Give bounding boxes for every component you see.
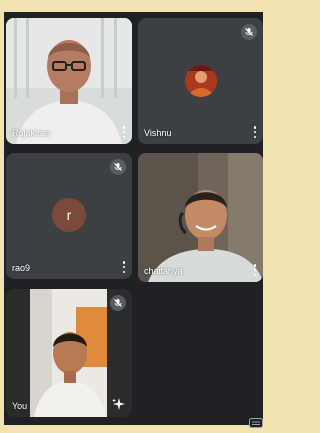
mic-off-icon <box>110 295 126 311</box>
participant-video <box>138 153 263 282</box>
participant-name: Vishnu <box>144 128 172 138</box>
more-options-icon[interactable] <box>253 264 257 276</box>
more-options-icon[interactable] <box>122 261 126 273</box>
minimize-chip-icon[interactable] <box>249 415 263 428</box>
participant-name: rao9 <box>12 263 31 273</box>
participant-name: Rojakiran <box>12 128 51 138</box>
participant-name: chaitanya <box>144 266 183 276</box>
more-options-icon[interactable] <box>253 126 257 138</box>
participant-tile-rao9[interactable]: r rao9 <box>6 153 132 279</box>
more-options-icon[interactable] <box>122 126 126 138</box>
mic-off-icon <box>241 24 257 40</box>
effects-sparkle-icon[interactable] <box>112 397 126 411</box>
avatar: r <box>52 198 86 232</box>
participant-tile-you[interactable]: You <box>6 289 132 417</box>
participant-tile-chaitanya[interactable]: chaitanya <box>138 153 263 282</box>
mic-off-icon <box>110 159 126 175</box>
avatar <box>184 65 217 97</box>
participant-name: You <box>12 401 28 411</box>
participant-tile-rojakiran[interactable]: Rojakiran <box>6 18 132 144</box>
participant-tile-vishnu[interactable]: Vishnu <box>138 18 263 144</box>
participant-video <box>6 18 132 144</box>
